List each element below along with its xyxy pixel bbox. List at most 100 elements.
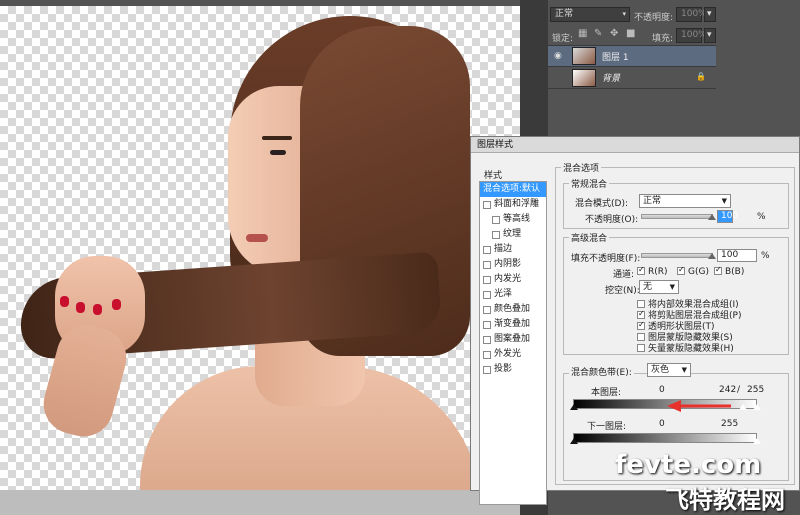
fill-opacity-slider[interactable] [641,253,713,258]
lock-icon: 🔒 [696,72,706,81]
document-canvas-area[interactable] [0,0,548,515]
advanced-option-row[interactable]: 矢量蒙版隐藏效果(H) [637,341,734,354]
this-layer-low-value: 0 [659,385,665,395]
style-contour[interactable]: 等高线 [480,212,546,227]
layer-row[interactable]: ◉ 图层 1 [548,45,716,67]
lock-position-icon[interactable]: ✥ [610,28,618,39]
checkbox[interactable] [483,335,491,344]
style-stroke[interactable]: 描边 [480,242,546,257]
checkbox[interactable] [637,309,645,319]
watermark-site-name: 飞特教程网 [665,486,785,514]
general-blending-title: 常规混合 [569,177,610,190]
style-satin[interactable]: 光泽 [480,287,546,302]
this-layer-white-thumb-split[interactable] [739,404,747,410]
chevron-down-icon: ▾ [622,10,626,18]
checkbox[interactable] [637,332,645,341]
knockout-select[interactable]: 无 ▼ [639,280,679,294]
style-color-overlay[interactable]: 颜色叠加 [480,302,546,317]
chevron-down-icon: ▼ [669,283,675,291]
underlying-layer-label: 下一图层: [587,422,627,432]
channel-r-label: R(R) [648,267,668,277]
layer-blend-mode-dropdown[interactable]: 正常 ▾ [550,7,630,22]
fill-label: 填充: [652,34,674,44]
this-layer-slash: / [737,385,741,395]
knockout-label: 挖空(N): [605,286,640,296]
styles-list: 混合选项:默认 斜面和浮雕 等高线 纹理 描边 内阴影 内发光 光泽 颜色叠加 … [479,181,547,505]
layer-thumbnail [572,68,596,87]
blend-mode-label: 混合模式(D): [575,199,628,209]
style-outer-glow[interactable]: 外发光 [480,347,546,362]
fill-field[interactable]: 100% [676,28,707,43]
blend-options-title: 混合选项 [561,161,602,174]
chevron-down-icon: ▼ [721,197,727,205]
opacity-slider[interactable] [641,214,713,219]
dialog-title: 图层样式 [471,137,799,153]
checkbox[interactable] [483,365,491,374]
checkbox[interactable] [483,275,491,284]
layer-opacity-field[interactable]: 100% [676,7,707,22]
checkbox[interactable] [483,305,491,314]
layer-name[interactable]: 图层 1 [602,50,629,63]
blend-mode-select[interactable]: 正常 ▼ [639,194,731,208]
chevron-down-icon: ▼ [681,366,687,374]
document-canvas[interactable] [0,6,520,515]
checkbox[interactable] [483,290,491,299]
channel-g-checkbox[interactable] [677,265,685,275]
checkbox[interactable] [483,245,491,254]
style-inner-glow[interactable]: 内发光 [480,272,546,287]
underlying-white-thumb[interactable] [753,438,761,444]
layer-style-dialog: 图层样式 样式 混合选项:默认 斜面和浮雕 等高线 纹理 描边 内阴影 内发光 … [470,136,800,505]
channel-r-checkbox[interactable] [637,265,645,275]
style-texture[interactable]: 纹理 [480,227,546,242]
style-blend-options[interactable]: 混合选项:默认 [480,182,546,197]
checkbox[interactable] [637,299,645,308]
opacity-input[interactable]: 100 [717,210,738,223]
underlying-black-thumb[interactable] [570,438,578,444]
style-drop-shadow[interactable]: 投影 [480,362,546,377]
checkbox[interactable] [483,260,491,269]
checkbox[interactable] [492,230,500,239]
channel-g-label: G(G) [688,267,709,277]
checkbox[interactable] [637,320,645,330]
checkbox[interactable] [483,350,491,359]
layer-name[interactable]: 背景 [602,71,620,84]
this-layer-white-thumb[interactable] [753,404,761,410]
fill-opacity-input[interactable]: 100 [717,249,757,262]
fill-dropdown-button[interactable]: ▾ [704,28,716,43]
fill-opacity-percent: % [761,251,770,261]
red-arrow-annotation [667,400,731,412]
checkbox[interactable] [483,200,491,209]
checkbox[interactable] [492,215,500,224]
checkbox[interactable] [483,320,491,329]
layer-opacity-label: 不透明度: [634,13,674,23]
layer-blend-mode-value: 正常 [555,9,574,19]
opacity-slider-thumb[interactable] [708,214,716,220]
canvas-status-strip [0,490,548,515]
blend-if-select[interactable]: 灰色 ▼ [647,363,691,377]
channel-b-checkbox[interactable] [714,265,722,275]
style-inner-shadow[interactable]: 内阴影 [480,257,546,272]
advanced-blending-title: 高级混合 [569,231,610,244]
style-bevel-emboss[interactable]: 斜面和浮雕 [480,197,546,212]
opacity-percent: % [757,212,766,222]
lock-all-icon[interactable]: ■ [626,28,635,39]
lock-label: 锁定: [552,34,574,44]
layer-row[interactable]: 背景 🔒 [548,67,716,89]
fill-opacity-slider-thumb[interactable] [708,253,716,259]
lock-transparent-icon[interactable]: ▦ [578,28,587,39]
underlying-low-value: 0 [659,419,665,429]
layer-opacity-dropdown-button[interactable]: ▾ [704,7,716,22]
layers-panel: 正常 ▾ 不透明度: 100% ▾ 锁定: ▦ ✎ ✥ ■ 填充: 100% ▾… [548,0,800,135]
this-layer-black-thumb[interactable] [570,404,578,410]
eye-icon[interactable]: ◉ [554,51,562,61]
checkbox[interactable] [637,343,645,352]
watermark-domain: fevte.com [615,450,762,480]
underlying-gradient-bar[interactable] [573,433,757,443]
lock-image-icon[interactable]: ✎ [594,28,602,39]
photo-woman-image [0,6,520,515]
style-pattern-overlay[interactable]: 图案叠加 [480,332,546,347]
styles-header: 样式 [484,171,503,181]
style-gradient-overlay[interactable]: 渐变叠加 [480,317,546,332]
channel-b-label: B(B) [725,267,745,277]
blend-if-label: 混合颜色带(E): [569,365,634,378]
